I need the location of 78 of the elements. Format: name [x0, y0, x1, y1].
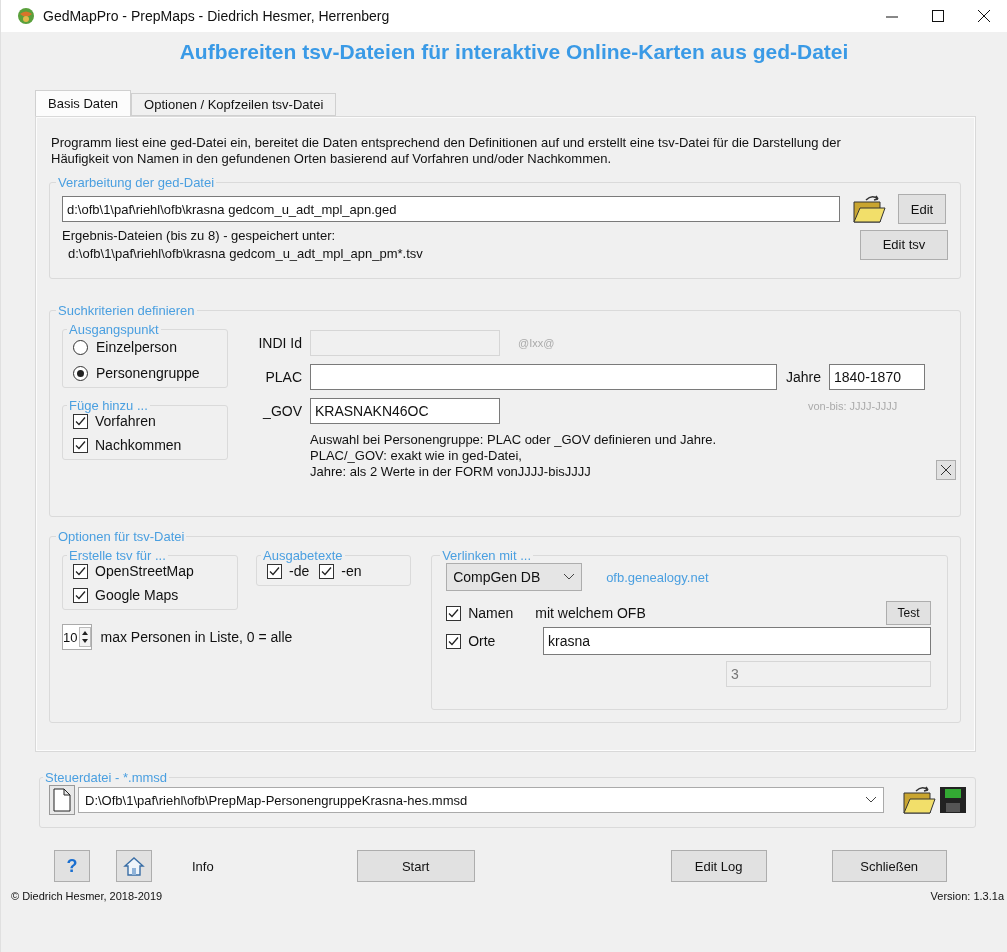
- group-title: Erstelle tsv für ...: [68, 548, 167, 563]
- checkbox-label: Nachkommen: [95, 437, 182, 453]
- checkbox-label: -en: [341, 563, 362, 579]
- note-text: Jahre: als 2 Werte in der FORM vonJJJJ-bisJJJJ: [310, 464, 592, 480]
- clear-button[interactable]: [936, 460, 956, 480]
- radio-button[interactable]: [73, 339, 88, 355]
- checkbox-label: OpenStreetMap: [95, 563, 194, 579]
- folder-icon[interactable]: [852, 194, 886, 224]
- info-label: Info: [192, 858, 214, 874]
- format-hint: @Ixx@: [518, 337, 555, 349]
- file-icon[interactable]: [49, 785, 75, 815]
- format-hint: von-bis: JJJJ-JJJJ: [808, 400, 898, 412]
- radio-label: Einzelperson: [96, 339, 177, 355]
- radio-button[interactable]: [73, 365, 88, 381]
- gov-field[interactable]: KRASNAKN46OC: [310, 398, 500, 424]
- checkbox[interactable]: [267, 563, 282, 579]
- group-title: Ausgabetexte: [262, 548, 344, 563]
- checkbox[interactable]: [73, 563, 88, 579]
- checkbox-label: Orte: [468, 633, 496, 649]
- tab[interactable]: Optionen / Kopfzeilen tsv-Datei: [131, 93, 337, 116]
- group-title: Suchkriterien definieren: [57, 303, 196, 318]
- checkbox[interactable]: [446, 605, 462, 621]
- close-app-button[interactable]: Schließen: [831, 850, 947, 882]
- edit-log-button[interactable]: Edit Log: [670, 850, 767, 882]
- source-dropdown[interactable]: CompGen DB: [446, 563, 583, 591]
- max-persons-label: max Personen in Liste, 0 = alle: [100, 629, 293, 645]
- field-label: _GOV: [261, 403, 302, 419]
- group-title: Steuerdatei - *.mmsd: [44, 770, 169, 785]
- file-path-field[interactable]: d:\ofb\1\paf\riehl\ofb\krasna gedcom_u_adt_mpl_apn.ged: [62, 196, 840, 222]
- spin-arrows-icon[interactable]: [79, 627, 92, 647]
- caret-icon: [865, 796, 877, 804]
- close-icon: [941, 465, 951, 475]
- page-heading: Aufbereiten tsv-Dateien für interaktive Online-Karten aus ged-Datei: [178, 39, 850, 65]
- checkbox[interactable]: [446, 633, 462, 649]
- home-icon: [123, 855, 145, 877]
- group-title: Verlinken mit ...: [441, 548, 532, 563]
- version-text: Version: 1.3.1a: [930, 890, 1004, 902]
- edit-button[interactable]: Edit: [898, 194, 946, 224]
- group-title: Füge hinzu ...: [68, 398, 149, 413]
- radio-label: Personengruppe: [96, 365, 200, 381]
- group-title: Optionen für tsv-Datei: [57, 529, 186, 544]
- checkbox[interactable]: [319, 563, 335, 579]
- control-file-dropdown[interactable]: D:\Ofb\1\paf\riehl\ofb\PrepMap-PersonengruppeKrasna-hes.mmsd: [78, 787, 884, 813]
- group-title: Ausgangspunkt: [68, 322, 160, 337]
- field-label: Jahre: [785, 369, 821, 385]
- description-text: Programm liest eine ged-Datei ein, bereitet die Daten entsprechend den Definitionen auf und erstellt eine tsv-Datei für die Darstellung der Häufigkeit von Namen in den gefundenen Orten basierend auf Vorfahren und/oder Nachkommen.: [51, 135, 842, 167]
- result-label: Ergebnis-Dateien (bis zu 8) - gespeichert unter:: [62, 228, 337, 243]
- edit-tsv-button[interactable]: Edit tsv: [860, 229, 948, 260]
- checkbox-label: -de: [289, 563, 310, 579]
- result-path: d:\ofb\1\paf\riehl\ofb\krasna gedcom_u_adt_mpl_apn_pm*.tsv: [68, 246, 423, 261]
- note-text: PLAC/_GOV: exakt wie in ged-Datei,: [310, 448, 523, 464]
- maximize-icon: [932, 10, 944, 22]
- ofb-label: mit welchem OFB: [535, 605, 646, 621]
- close-icon: [978, 10, 990, 22]
- checkbox-label: Namen: [468, 605, 514, 621]
- checkbox-label: Google Maps: [95, 587, 179, 603]
- caret-icon: [563, 573, 576, 581]
- tab[interactable]: Basis Daten: [35, 90, 132, 116]
- max-persons-spinner[interactable]: 10: [62, 624, 93, 650]
- copyright-text: © Diedrich Hesmer, 2018-2019: [11, 890, 163, 902]
- field-label: PLAC: [264, 369, 302, 385]
- window-title: GedMapPro - PrepMaps - Diedrich Hesmer, Herrenberg: [43, 8, 391, 24]
- note-text: Auswahl bei Personengruppe: PLAC oder _GOV definieren und Jahre.: [310, 432, 718, 448]
- field-label: INDI Id: [257, 335, 302, 351]
- years-field[interactable]: 1840-1870: [829, 364, 925, 390]
- plac-field[interactable]: [310, 364, 777, 390]
- home-button[interactable]: [116, 850, 152, 882]
- ofb-field[interactable]: krasna: [543, 627, 931, 655]
- folder-icon[interactable]: [902, 785, 936, 815]
- test-button[interactable]: Test: [886, 601, 931, 625]
- checkbox[interactable]: [73, 413, 88, 429]
- group-title: Verarbeitung der ged-Datei: [57, 175, 216, 190]
- start-button[interactable]: Start: [356, 850, 475, 882]
- checkbox[interactable]: [73, 587, 88, 603]
- app-icon: [17, 7, 35, 25]
- checkbox-label: Vorfahren: [95, 413, 156, 429]
- checkbox[interactable]: [73, 437, 88, 453]
- help-button[interactable]: ?: [54, 850, 90, 882]
